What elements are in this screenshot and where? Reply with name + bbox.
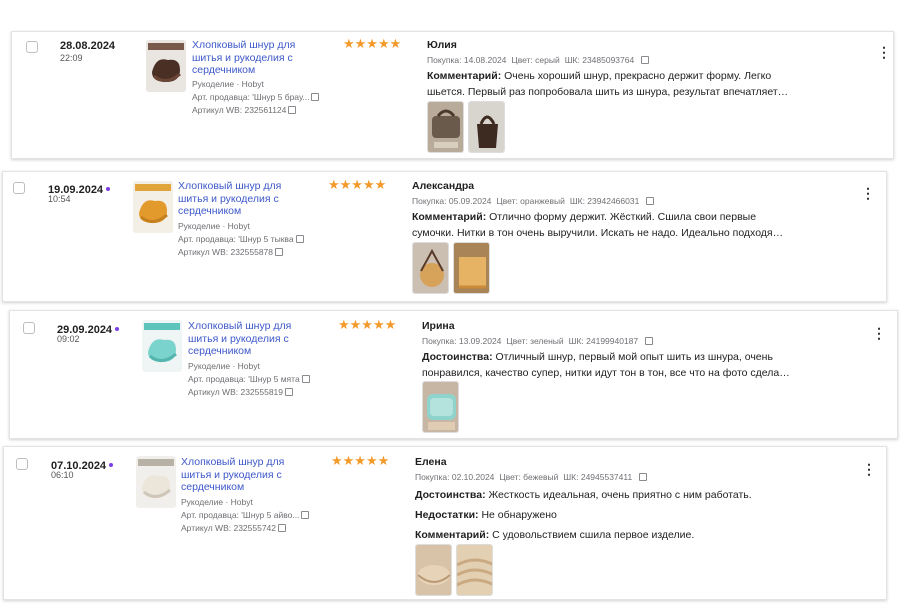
purchase-meta: Покупка: 14.08.2024 Цвет: серый ШК: 234850… [427,55,654,65]
new-dot [106,187,111,191]
wb-article: Артикул WB: 232555878 [178,246,284,259]
product-thumbnail[interactable] [142,320,182,372]
wb-article: Артикул WB: 232561124 [192,104,297,117]
review-card: 07.10.2024 06:10 Хлопковый шнур для шить… [3,446,887,600]
review-photo[interactable] [453,242,490,294]
review-card: 28.08.2024 22:09 Хлопковый шнур для шить… [11,31,894,159]
select-checkbox[interactable] [23,322,35,334]
review-text: Достоинства: Отличный шнур, первый мой о… [422,351,790,379]
seller-article: Арт. продавца: 'Шнур 5 брау... [192,91,320,104]
review-photo[interactable] [415,544,452,596]
new-dot [115,327,120,331]
seller-article: Арт. продавца: 'Шнур 5 айво... [181,509,310,522]
product-title-link[interactable]: Хлопковый шнур для шитья и рукоделия с с… [188,320,306,358]
purchase-meta: Покупка: 05.09.2024 Цвет: оранжевый ШК: 23… [412,196,659,206]
product-thumbnail[interactable] [146,40,186,92]
copy-icon[interactable] [301,374,310,383]
review-photo[interactable] [468,101,505,153]
review-photos [412,242,490,294]
product-title-link[interactable]: Хлопковый шнур для шитья и рукоделия с с… [178,180,296,218]
product-category: Рукоделие · Hobyt [192,79,264,89]
product-thumbnail[interactable] [133,181,173,233]
copy-icon[interactable] [285,387,294,396]
review-photo[interactable] [427,101,464,153]
product-category: Рукоделие · Hobyt [178,221,250,231]
wb-article: Артикул WB: 232555742 [181,522,287,535]
purchase-meta: Покупка: 13.09.2024 Цвет: зеленый ШК: 2419… [422,336,658,346]
product-category: Рукоделие · Hobyt [188,361,260,371]
review-time: 09:02 [57,334,80,344]
select-checkbox[interactable] [16,458,28,470]
product-thumbnail[interactable] [136,456,176,508]
wb-article: Артикул WB: 232555819 [188,386,294,399]
review-card: 19.09.2024 10:54 Хлопковый шнур для шить… [2,171,887,302]
copy-icon[interactable] [275,247,284,256]
copy-icon[interactable] [295,234,304,243]
copy-icon[interactable] [641,55,650,64]
review-time: 10:54 [48,194,71,204]
select-checkbox[interactable] [13,182,25,194]
review-photo[interactable] [412,242,449,294]
copy-icon[interactable] [645,336,654,345]
copy-icon[interactable] [278,523,287,532]
product-category: Рукоделие · Hobyt [181,497,253,507]
select-checkbox[interactable] [26,41,38,53]
author-name: Александра [412,180,475,192]
copy-icon[interactable] [639,472,648,481]
copy-icon[interactable] [301,510,310,519]
more-options-icon[interactable]: ⋮ [872,326,886,340]
product-title-link[interactable]: Хлопковый шнур для шитья и рукоделия с с… [192,39,310,77]
more-options-icon[interactable]: ⋮ [861,186,875,200]
review-photos [427,101,505,153]
review-photos [415,544,493,596]
review-photos [422,381,459,433]
review-photo[interactable] [456,544,493,596]
seller-article: Арт. продавца: 'Шнур 5 тыква [178,233,304,246]
more-options-icon[interactable]: ⋮ [862,462,876,476]
more-options-icon[interactable]: ⋮ [877,45,891,59]
author-name: Юлия [427,39,457,51]
review-photo[interactable] [422,381,459,433]
rating-stars: ★★★★★ [331,453,390,468]
product-title-link[interactable]: Хлопковый шнур для шитья и рукоделия с с… [181,456,299,494]
review-time: 22:09 [60,53,83,63]
review-text: Комментарий: Очень хороший шнур, прекрас… [427,70,789,98]
author-name: Елена [415,456,447,468]
copy-icon[interactable] [288,105,297,114]
rating-stars: ★★★★★ [338,317,397,332]
new-dot [109,463,114,467]
purchase-meta: Покупка: 02.10.2024 Цвет: бежевый ШК: 2494… [415,472,652,482]
review-text: Достоинства: Жесткость идеальная, очень … [415,489,752,541]
review-text: Комментарий: Отлично форму держит. Жёстк… [412,211,784,239]
copy-icon[interactable] [646,196,655,205]
seller-article: Арт. продавца: 'Шнур 5 мята [188,373,310,386]
review-card: 29.09.2024 09:02 Хлопковый шнур для шить… [9,310,898,439]
copy-icon[interactable] [311,92,320,101]
review-date: 28.08.2024 [60,40,116,52]
author-name: Ирина [422,320,455,332]
rating-stars: ★★★★★ [328,177,387,192]
rating-stars: ★★★★★ [343,36,402,51]
review-time: 06:10 [51,470,74,480]
